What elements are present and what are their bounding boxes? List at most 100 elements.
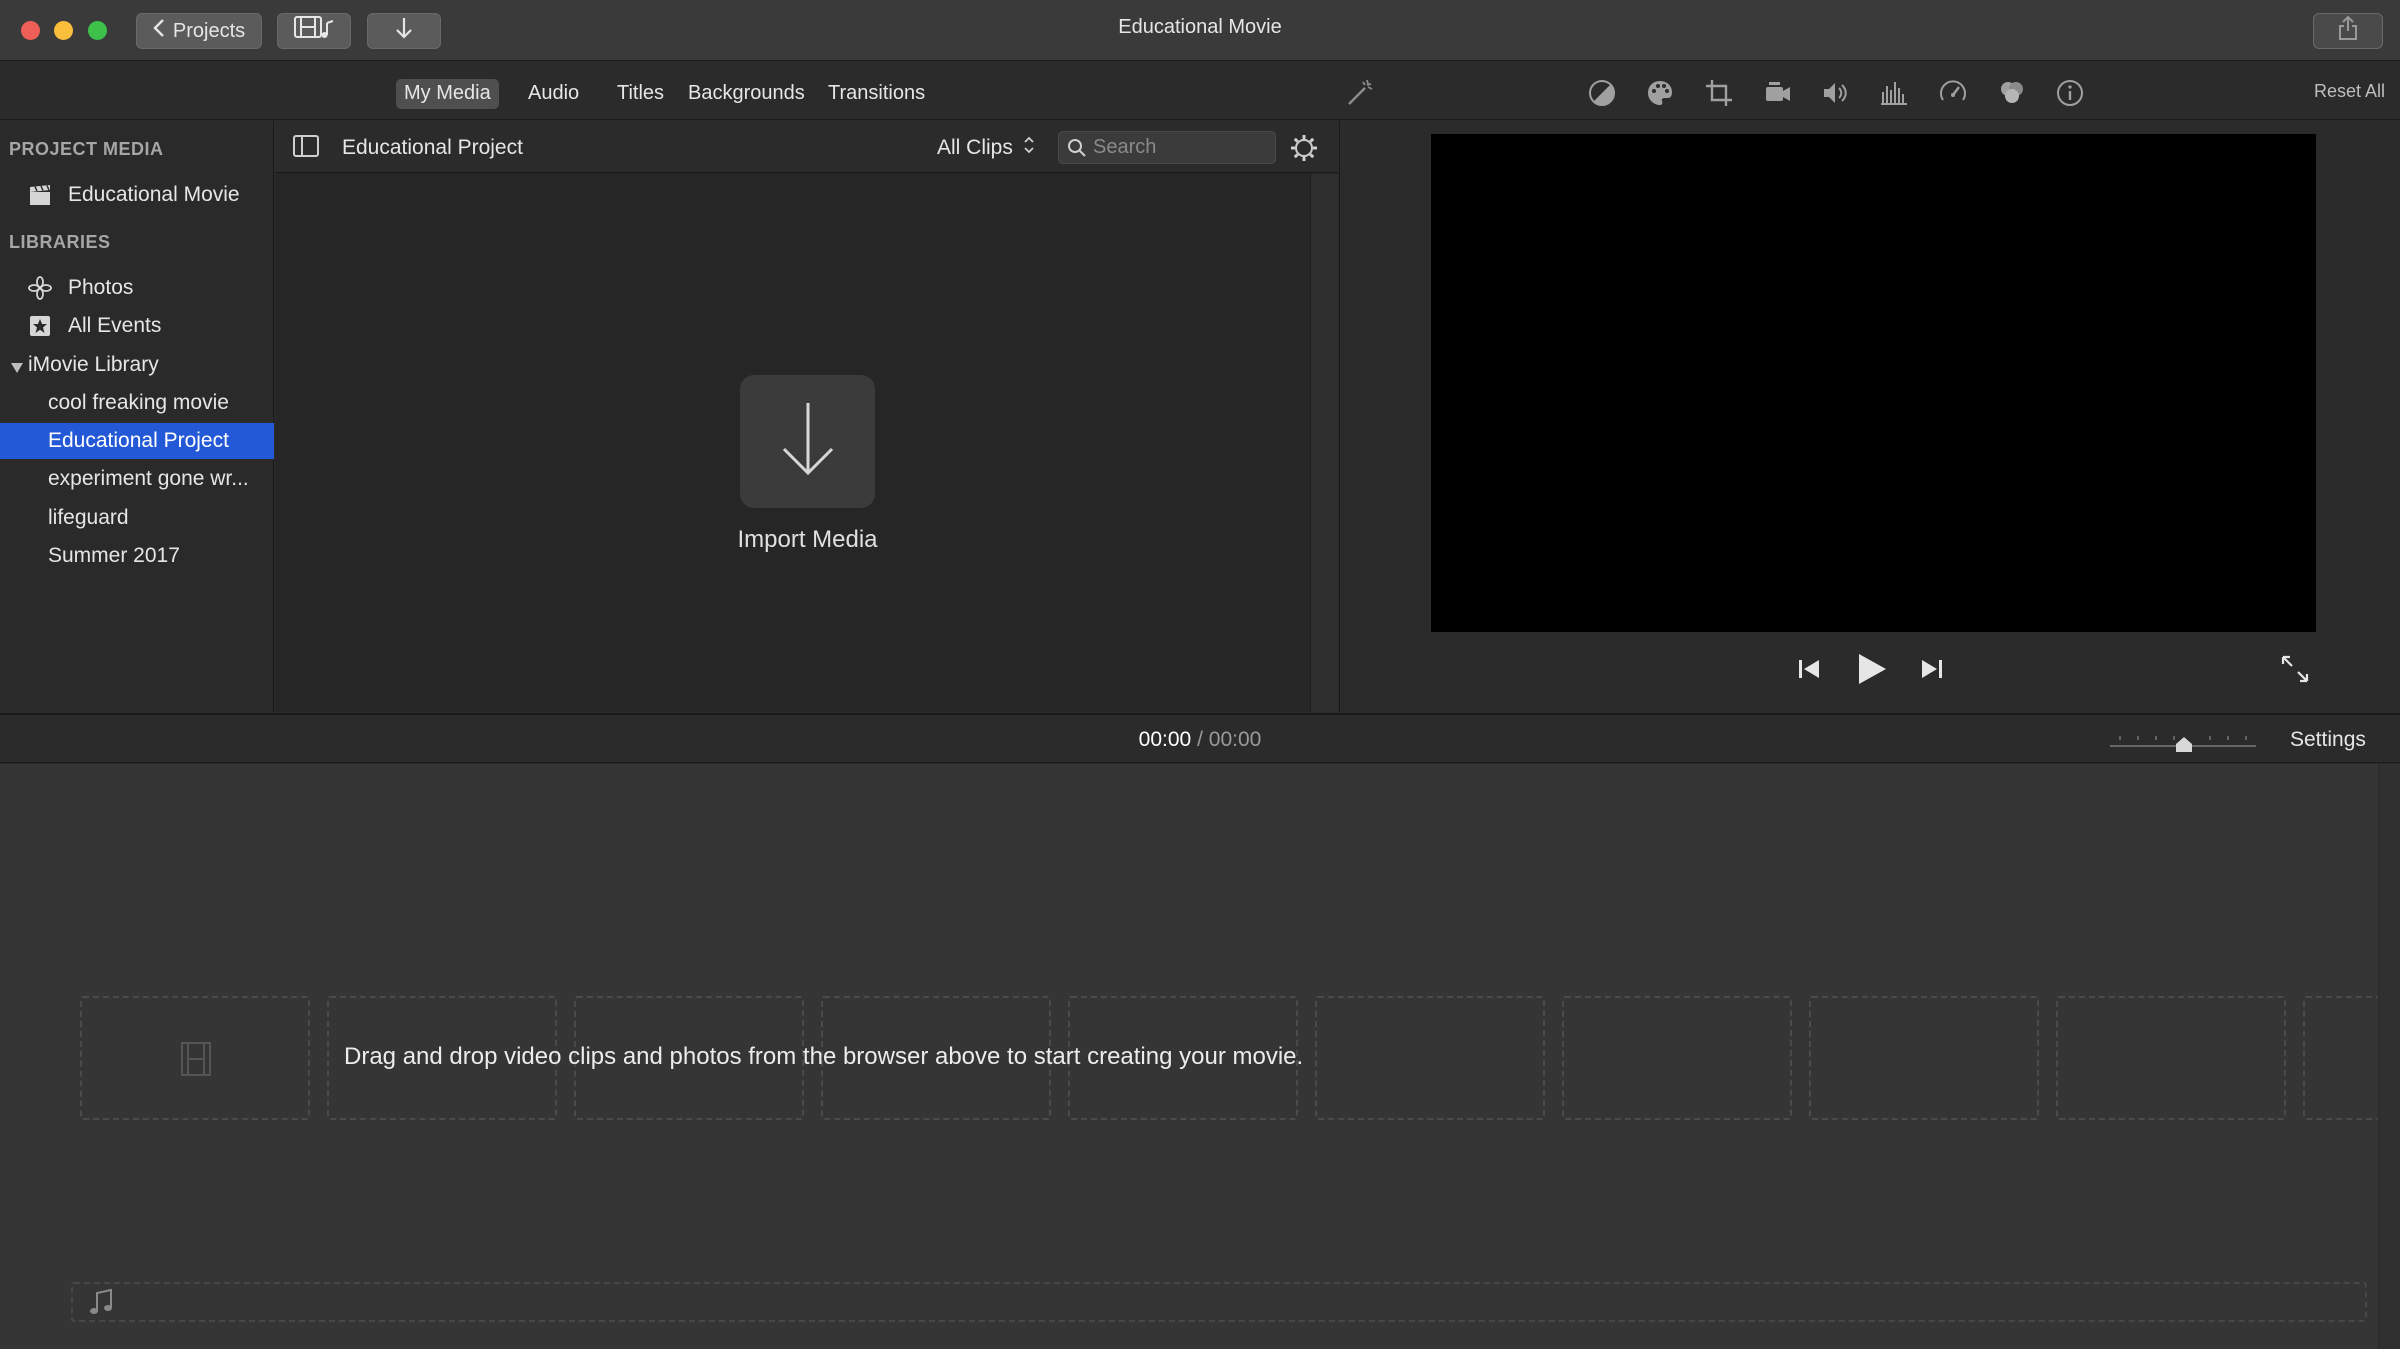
music-note-icon bbox=[88, 1287, 114, 1317]
film-music-icon bbox=[293, 15, 335, 47]
total-time: 00:00 bbox=[1208, 728, 1262, 751]
timeline-scrollbar[interactable] bbox=[2378, 764, 2400, 1349]
timeline-placeholder-slot bbox=[1315, 996, 1545, 1120]
fullscreen-button[interactable] bbox=[2275, 651, 2315, 691]
browser-title: Educational Project bbox=[342, 136, 523, 159]
browser-scrollbar[interactable] bbox=[1310, 174, 1338, 712]
timeline-zoom-slider[interactable] bbox=[2108, 733, 2258, 753]
sidebar-item-label: lifeguard bbox=[48, 506, 129, 529]
sidebar-item-event[interactable]: Educational Project bbox=[0, 423, 274, 459]
photos-icon bbox=[28, 276, 52, 300]
sidebar-item-all-events[interactable]: All Events bbox=[0, 308, 274, 344]
timeline-placeholder-slot bbox=[2303, 996, 2379, 1120]
search-icon bbox=[1067, 138, 1087, 158]
sidebar-item-label: Educational Movie bbox=[68, 183, 240, 206]
timecode: 00:00 / 00:00 bbox=[0, 728, 2400, 752]
share-button[interactable] bbox=[2313, 13, 2383, 49]
sidebar-item-label: Summer 2017 bbox=[48, 544, 180, 567]
timeline-placeholder-slot bbox=[2056, 996, 2286, 1120]
media-browser-toggle-button[interactable] bbox=[277, 13, 351, 49]
gear-icon[interactable] bbox=[1289, 133, 1319, 163]
import-media-button[interactable] bbox=[740, 375, 875, 508]
search-field[interactable] bbox=[1058, 131, 1276, 164]
info-icon[interactable] bbox=[2055, 78, 2085, 108]
arrow-down-icon bbox=[394, 16, 414, 46]
video-preview[interactable] bbox=[1431, 134, 2316, 632]
background-music-lane[interactable] bbox=[71, 1282, 2367, 1322]
play-icon bbox=[1854, 652, 1888, 691]
sidebar-item-photos[interactable]: Photos bbox=[0, 270, 274, 306]
adjustments-bar: Reset All bbox=[1339, 62, 2400, 120]
sidebar-item-label: iMovie Library bbox=[28, 353, 159, 376]
projects-back-button[interactable]: Projects bbox=[136, 13, 262, 49]
sidebar-item-label: Photos bbox=[68, 276, 134, 299]
libraries-heading: LIBRARIES bbox=[9, 232, 111, 252]
sidebar-item-label: experiment gone wr... bbox=[48, 467, 249, 490]
disclosure-triangle-icon[interactable] bbox=[10, 357, 24, 381]
magic-wand-icon[interactable] bbox=[1345, 78, 1375, 108]
sidebar-item-event[interactable]: Summer 2017 bbox=[0, 538, 274, 574]
media-browser-tabs: My Media Audio Titles Backgrounds Transi… bbox=[0, 62, 1338, 120]
sidebar-toggle-icon[interactable] bbox=[293, 135, 319, 157]
close-window-button[interactable] bbox=[21, 21, 40, 40]
libraries-sidebar: PROJECT MEDIA Educational Movie LIBRARIE… bbox=[0, 121, 274, 712]
tab-audio[interactable]: Audio bbox=[520, 79, 587, 109]
sidebar-item-label: cool freaking movie bbox=[48, 391, 229, 414]
maximize-window-button[interactable] bbox=[88, 21, 107, 40]
volume-icon[interactable] bbox=[1821, 78, 1851, 108]
skip-forward-icon bbox=[1919, 657, 1945, 686]
sidebar-item-project[interactable]: Educational Movie bbox=[0, 177, 274, 213]
clip-filter-icon[interactable] bbox=[1997, 78, 2027, 108]
skip-back-button[interactable] bbox=[1789, 651, 1829, 691]
media-browser: Educational Project All Clips Import Med… bbox=[275, 121, 1338, 712]
arrow-down-icon bbox=[778, 399, 838, 484]
sidebar-item-event[interactable]: cool freaking movie bbox=[0, 385, 274, 421]
timeline-drop-hint: Drag and drop video clips and photos fro… bbox=[344, 1043, 1304, 1070]
tab-my-media[interactable]: My Media bbox=[396, 79, 499, 109]
browser-header: Educational Project All Clips bbox=[275, 121, 1338, 173]
sidebar-item-label: All Events bbox=[68, 314, 162, 337]
projects-button-label: Projects bbox=[172, 19, 246, 42]
viewer bbox=[1339, 121, 2400, 712]
play-button[interactable] bbox=[1851, 651, 1891, 691]
clip-filter-select[interactable]: All Clips bbox=[937, 135, 1035, 161]
sidebar-item-event[interactable]: experiment gone wr... bbox=[0, 461, 274, 497]
speed-icon[interactable] bbox=[1938, 78, 1968, 108]
tab-backgrounds[interactable]: Backgrounds bbox=[680, 79, 813, 109]
project-media-heading: PROJECT MEDIA bbox=[9, 139, 164, 159]
timeline-placeholder-slot bbox=[1809, 996, 2039, 1120]
timeline[interactable]: Drag and drop video clips and photos fro… bbox=[0, 764, 2400, 1349]
import-media-toolbar-button[interactable] bbox=[367, 13, 441, 49]
timeline-settings-button[interactable]: Settings bbox=[2290, 728, 2366, 752]
color-balance-icon[interactable] bbox=[1587, 78, 1617, 108]
time-separator: / bbox=[1197, 728, 1203, 751]
search-input[interactable] bbox=[1093, 136, 1263, 159]
skip-back-icon bbox=[1796, 657, 1822, 686]
timeline-placeholder-slot bbox=[1562, 996, 1792, 1120]
window-title: Educational Movie bbox=[1118, 16, 1282, 38]
film-strip-icon bbox=[180, 1041, 212, 1082]
minimize-window-button[interactable] bbox=[54, 21, 73, 40]
expand-icon bbox=[2280, 654, 2310, 689]
skip-forward-button[interactable] bbox=[1912, 651, 1952, 691]
chevron-up-down-icon bbox=[1023, 135, 1035, 161]
sidebar-item-imovie-library[interactable]: iMovie Library bbox=[0, 347, 274, 383]
tab-titles[interactable]: Titles bbox=[609, 79, 672, 109]
tab-transitions[interactable]: Transitions bbox=[820, 79, 933, 109]
stabilization-icon[interactable] bbox=[1763, 78, 1793, 108]
chevron-left-icon bbox=[153, 18, 165, 44]
timeline-header: 00:00 / 00:00 Settings bbox=[0, 713, 2400, 763]
equalizer-icon[interactable] bbox=[1879, 78, 1909, 108]
reset-all-button[interactable]: Reset All bbox=[2314, 81, 2385, 102]
clip-filter-value: All Clips bbox=[937, 136, 1013, 159]
share-icon bbox=[2337, 15, 2359, 47]
crop-icon[interactable] bbox=[1704, 78, 1734, 108]
color-palette-icon[interactable] bbox=[1645, 78, 1675, 108]
import-media-label: Import Media bbox=[737, 526, 878, 553]
star-icon bbox=[28, 314, 52, 338]
title-bar: Projects Educational Movie bbox=[0, 0, 2400, 61]
timeline-placeholder-slot bbox=[80, 996, 310, 1120]
current-time: 00:00 bbox=[1138, 728, 1192, 751]
sidebar-item-label: Educational Project bbox=[48, 429, 229, 452]
sidebar-item-event[interactable]: lifeguard bbox=[0, 500, 274, 536]
